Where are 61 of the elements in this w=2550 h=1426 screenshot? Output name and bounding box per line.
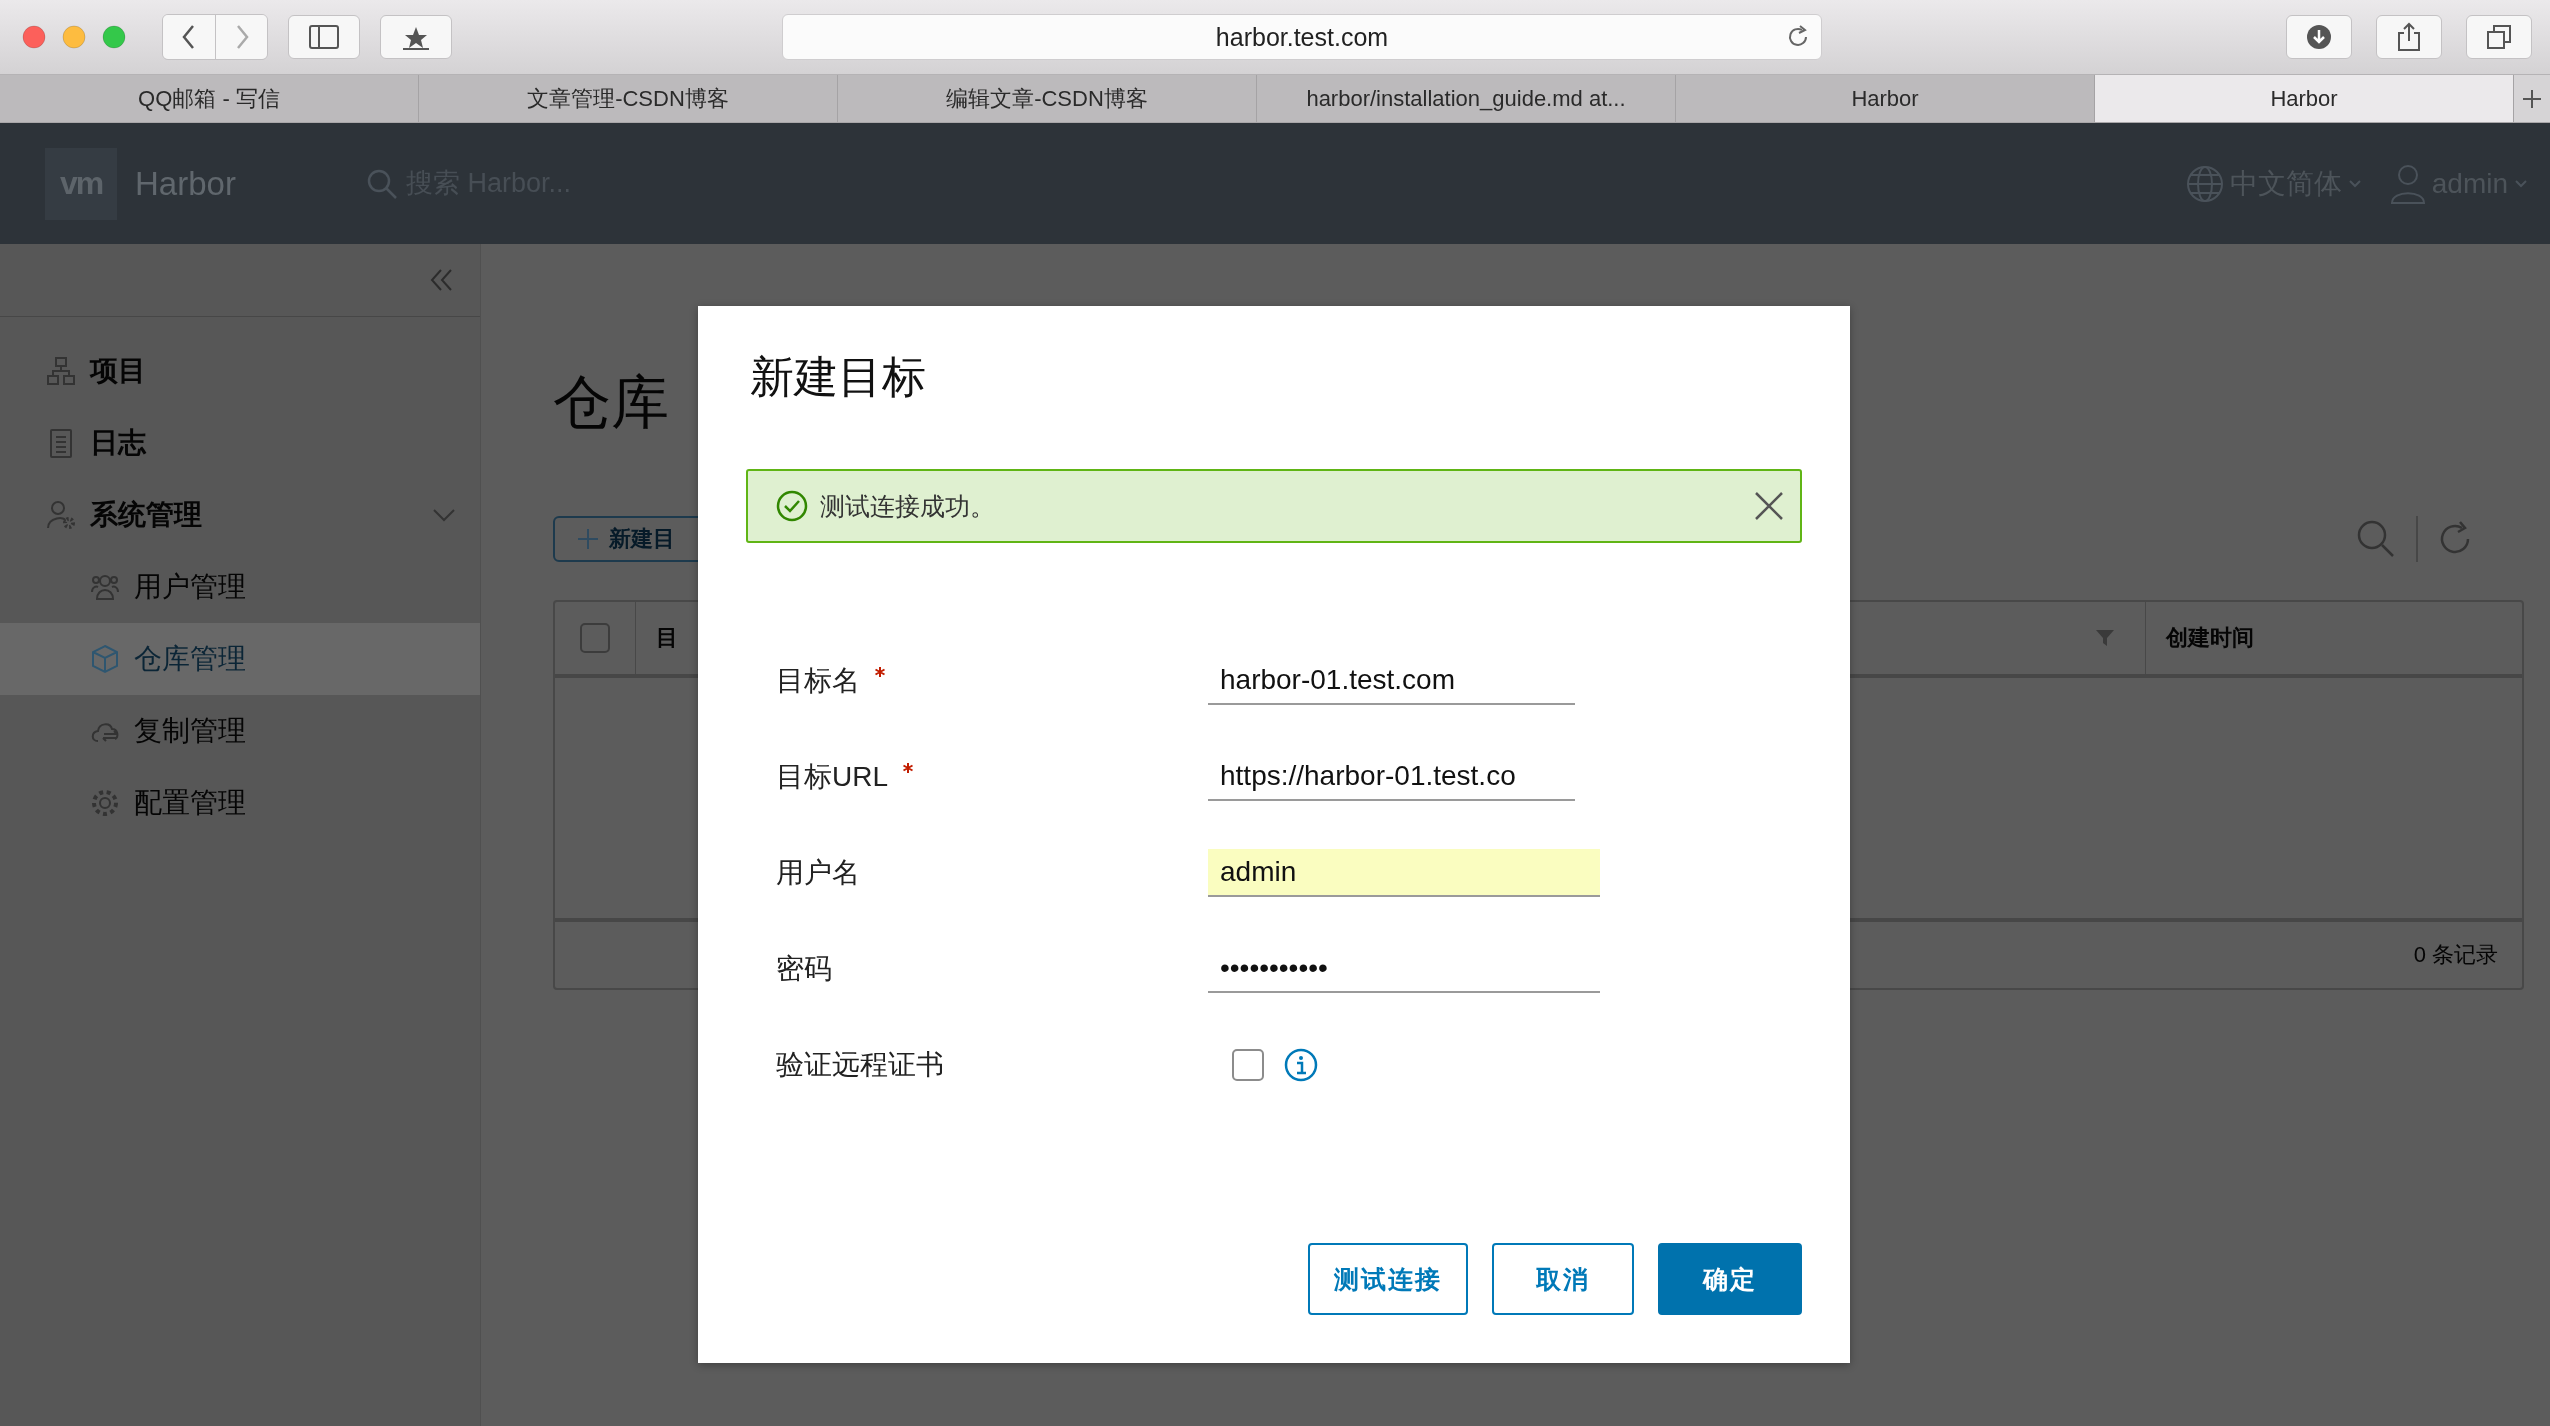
filter-icon[interactable] bbox=[2095, 629, 2115, 647]
browser-tab[interactable]: QQ邮箱 - 写信 bbox=[0, 75, 419, 122]
nav-item[interactable]: 用户管理 bbox=[0, 551, 480, 623]
plus-icon bbox=[2522, 88, 2542, 109]
chevron-icon[interactable] bbox=[432, 508, 456, 522]
globe-icon bbox=[2185, 164, 2224, 203]
check-circle-icon bbox=[776, 490, 808, 522]
nav-icon bbox=[90, 788, 120, 818]
nav-item[interactable]: 仓库管理 bbox=[0, 623, 480, 695]
nav-icon bbox=[90, 644, 120, 674]
dialog-button[interactable]: 取消 bbox=[1492, 1243, 1634, 1315]
browser-tab[interactable]: 编辑文章-CSDN博客 bbox=[838, 75, 1257, 122]
window-control-icon[interactable] bbox=[22, 25, 46, 49]
bookmarks-button[interactable] bbox=[380, 15, 452, 59]
window-control-icon[interactable] bbox=[102, 25, 126, 49]
share-button[interactable] bbox=[2376, 15, 2442, 59]
browser-tab[interactable]: harbor/installation_guide.md at... bbox=[1257, 75, 1676, 122]
user-icon bbox=[2389, 163, 2426, 204]
field-label: 验证远程证书 bbox=[776, 1048, 944, 1082]
tabs-button[interactable] bbox=[2466, 15, 2532, 59]
browser-tab[interactable]: 文章管理-CSDN博客 bbox=[419, 75, 838, 122]
search-icon bbox=[365, 167, 398, 200]
checkbox[interactable] bbox=[1232, 1049, 1264, 1081]
close-icon[interactable] bbox=[1754, 491, 1784, 521]
address-bar[interactable]: harbor.test.com bbox=[782, 14, 1822, 60]
new-tab-button[interactable] bbox=[2514, 75, 2550, 122]
caret-icon bbox=[2347, 178, 2362, 189]
info-icon[interactable] bbox=[1284, 1048, 1318, 1082]
plus-icon bbox=[577, 528, 599, 550]
input-field[interactable]: admin bbox=[1208, 849, 1600, 897]
browser-tab[interactable]: Harbor bbox=[2095, 75, 2514, 122]
column-header: 创建时间 bbox=[2164, 624, 2254, 652]
tabs-icon bbox=[2485, 23, 2513, 51]
search-icon[interactable] bbox=[2356, 519, 2396, 559]
download-button[interactable] bbox=[2286, 15, 2352, 59]
nav-icon bbox=[46, 356, 76, 386]
nav-item[interactable]: 配置管理 bbox=[0, 767, 480, 839]
field-label: 密码 bbox=[776, 952, 832, 986]
nav-item[interactable]: 日志 bbox=[0, 407, 480, 479]
back-button[interactable] bbox=[163, 15, 215, 59]
nav-item[interactable]: 复制管理 bbox=[0, 695, 480, 767]
field-label: 用户名 bbox=[776, 856, 860, 890]
share-icon bbox=[2396, 22, 2422, 52]
select-all-checkbox[interactable] bbox=[580, 623, 610, 653]
nav-item[interactable]: 项目 bbox=[0, 335, 480, 407]
download-icon bbox=[2305, 23, 2333, 51]
alert-message: 测试连接成功。 bbox=[820, 490, 995, 522]
sidebar-icon bbox=[309, 25, 339, 49]
sidebar-button[interactable] bbox=[288, 15, 360, 59]
dialog-title: 新建目标 bbox=[750, 351, 927, 403]
page-title: 仓库 bbox=[553, 368, 669, 436]
collapse-icon[interactable] bbox=[430, 268, 454, 292]
dialog-button[interactable]: 测试连接 bbox=[1308, 1243, 1468, 1315]
nav-item[interactable]: 系统管理 bbox=[0, 479, 480, 551]
column-header: 目 bbox=[655, 624, 679, 652]
confirm-button[interactable]: 确定 bbox=[1658, 1243, 1802, 1315]
record-count: 0 条记录 bbox=[2413, 941, 2498, 969]
caret-icon bbox=[2514, 178, 2528, 189]
nav-icon bbox=[90, 572, 120, 602]
url-text: harbor.test.com bbox=[1215, 22, 1389, 52]
nav-icon bbox=[46, 500, 76, 530]
